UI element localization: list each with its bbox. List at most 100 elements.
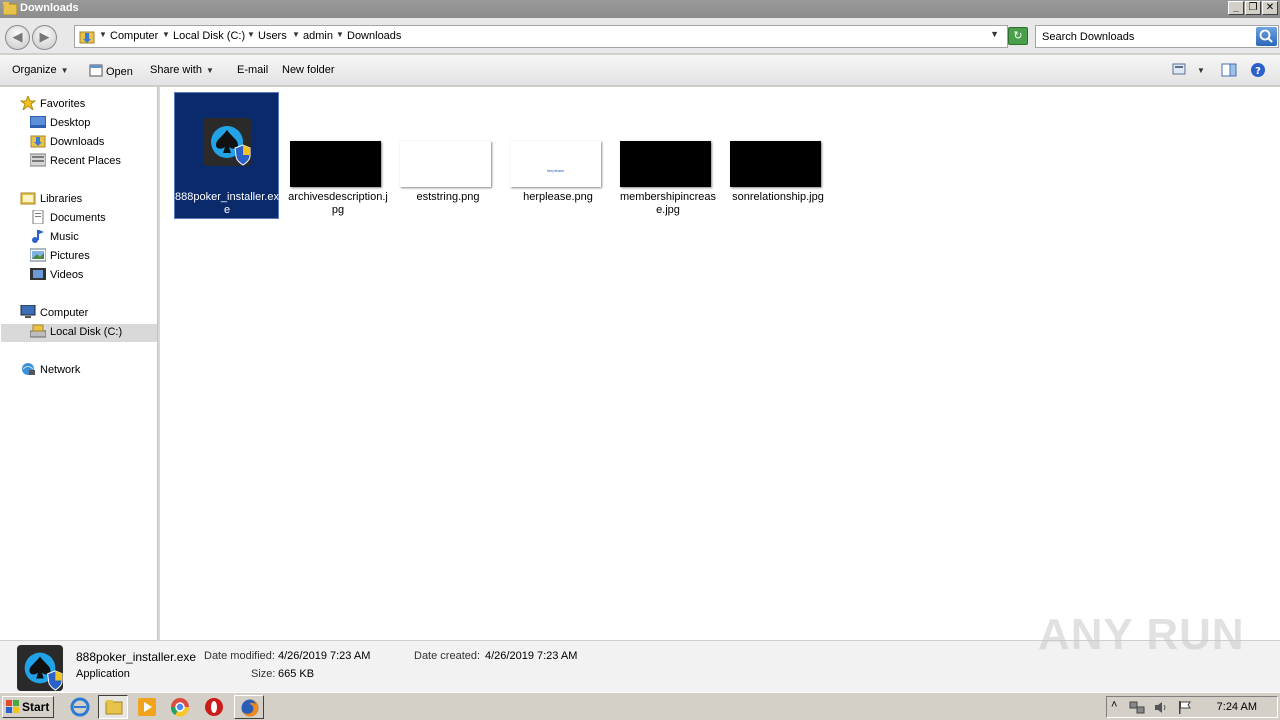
file-item-archivesdescription[interactable]: archivesdescription.jpg [279, 141, 388, 221]
file-name: herplease.png [523, 191, 593, 203]
nav-network-label: Network [40, 364, 81, 376]
nav-documents[interactable]: Documents [30, 209, 106, 227]
command-bar: Organize ▼ Open Share with ▼ E-mail New fo… [0, 55, 1280, 86]
size-value: 665 KB [278, 668, 315, 680]
view-options-button[interactable] [1172, 63, 1186, 78]
organize-button[interactable]: Organize ▼ [12, 64, 69, 76]
nav-desktop[interactable]: Desktop [30, 114, 90, 132]
nav-local-disk[interactable]: Local Disk (C:) [30, 323, 122, 341]
back-button[interactable]: ◀ [5, 25, 30, 50]
nav-desktop-label: Desktop [50, 117, 91, 129]
image-thumbnail [400, 141, 491, 187]
image-thumbnail [730, 141, 821, 187]
show-hidden-icons-icon[interactable]: ˄ [1111, 699, 1117, 711]
file-item-888poker-installer[interactable]: 888poker_installer.exe [174, 92, 279, 219]
file-name: eststring.png [416, 191, 480, 203]
breadcrumb-admin[interactable]: admin [303, 30, 333, 42]
firefox-icon [241, 699, 259, 717]
start-label: Start [22, 700, 50, 714]
address-bar[interactable]: ▼ Computer ▼ Local Disk (C:) ▼ Users ▼ a… [74, 25, 1008, 48]
network-tray-icon[interactable] [1129, 700, 1145, 715]
address-dropdown-icon[interactable]: ▼ [990, 29, 999, 39]
nav-favorites[interactable]: Favorites [20, 95, 85, 113]
new-folder-button[interactable]: New folder [282, 64, 335, 76]
chevron-down-icon[interactable]: ▼ [292, 30, 300, 39]
image-thumbnail [620, 141, 711, 187]
view-dropdown-icon[interactable]: ▼ [1197, 64, 1205, 76]
nav-recent-places[interactable]: Recent Places [30, 152, 121, 170]
details-filetype: Application [76, 668, 130, 680]
minimize-button[interactable]: _ [1228, 1, 1244, 15]
nav-pictures[interactable]: Pictures [30, 247, 90, 265]
title-bar: Downloads _ ❐ ✕ [0, 0, 1280, 18]
documents-icon [32, 210, 44, 224]
folder-icon [3, 2, 17, 15]
new-folder-label: New folder [282, 64, 335, 76]
nav-music-label: Music [50, 231, 79, 243]
breadcrumb-users[interactable]: Users [258, 30, 287, 42]
file-name: 888poker_installer.exe [175, 191, 279, 216]
restore-button[interactable]: ❐ [1245, 1, 1261, 15]
folder-icon [105, 700, 123, 715]
window-title: Downloads [20, 2, 79, 14]
nav-documents-label: Documents [50, 212, 106, 224]
action-center-flag-icon[interactable] [1177, 700, 1193, 715]
volume-icon[interactable] [1153, 700, 1169, 715]
opera-icon[interactable] [204, 697, 224, 717]
breadcrumb-downloads[interactable]: Downloads [347, 30, 401, 42]
file-item-membershipincrease[interactable]: membershipincrease.jpg [609, 141, 716, 221]
search-icon[interactable] [1256, 27, 1277, 46]
navigation-pane: Favorites Desktop Downloads Recent Place… [0, 87, 157, 640]
chevron-down-icon[interactable]: ▼ [99, 30, 107, 39]
pictures-icon [30, 248, 46, 262]
file-name: archivesdescription.jpg [288, 191, 388, 216]
taskbar: Start ˄ 7:24 AM [0, 692, 1280, 720]
forward-button[interactable]: ▶ [32, 25, 57, 50]
refresh-button[interactable]: ↻ [1008, 27, 1028, 45]
close-button[interactable]: ✕ [1262, 1, 1278, 15]
share-with-button[interactable]: Share with ▼ [150, 64, 214, 76]
nav-videos[interactable]: Videos [30, 266, 83, 284]
nav-downloads-label: Downloads [50, 136, 105, 148]
nav-libraries-label: Libraries [40, 193, 83, 205]
libraries-icon [20, 192, 36, 205]
share-with-label: Share with [150, 64, 202, 76]
nav-libraries[interactable]: Libraries [20, 190, 82, 208]
firefox-taskbar-button[interactable] [234, 695, 264, 719]
chevron-down-icon[interactable]: ▼ [247, 30, 255, 39]
clock[interactable]: 7:24 AM [1217, 701, 1257, 713]
nav-computer[interactable]: Computer [20, 304, 88, 322]
chevron-down-icon[interactable]: ▼ [336, 30, 344, 39]
details-filename: 888poker_installer.exe [76, 650, 197, 664]
help-button[interactable]: ? [1250, 62, 1266, 81]
email-label: E-mail [237, 64, 269, 76]
date-modified-label: Date modified: [204, 650, 275, 662]
open-label: Open [106, 66, 133, 78]
nav-downloads[interactable]: Downloads [30, 133, 104, 151]
chrome-icon[interactable] [170, 697, 190, 717]
svg-text:?: ? [1255, 66, 1261, 77]
file-item-sonrelationship[interactable]: sonrelationship.jpg [719, 141, 824, 221]
open-button[interactable]: Open [89, 64, 133, 78]
nav-music[interactable]: Music [30, 228, 79, 246]
windows-logo-icon [6, 700, 19, 713]
file-item-herplease[interactable]: herplease herplease.png [499, 141, 603, 221]
organize-label: Organize [12, 64, 57, 76]
start-button[interactable]: Start [2, 696, 54, 718]
chevron-down-icon[interactable]: ▼ [162, 30, 170, 39]
breadcrumb-computer[interactable]: Computer [110, 30, 158, 42]
email-button[interactable]: E-mail [237, 64, 268, 76]
media-player-icon[interactable] [137, 697, 157, 717]
image-thumbnail [290, 141, 381, 187]
preview-pane-button[interactable] [1221, 63, 1237, 80]
file-list: 888poker_installer.exe archivesdescripti… [160, 87, 1280, 640]
file-item-eststring[interactable]: eststring.png [389, 141, 493, 221]
breadcrumb-local-disk[interactable]: Local Disk (C:) [173, 30, 245, 42]
address-row: ◀ ▶ ▼ Computer ▼ Local Disk (C:) ▼ Users… [0, 18, 1280, 54]
watermark: ANY RUN [1038, 610, 1245, 659]
explorer-taskbar-button[interactable] [98, 695, 128, 719]
nav-network[interactable]: Network [20, 361, 80, 379]
search-input[interactable]: Search Downloads [1035, 25, 1279, 48]
internet-explorer-icon[interactable] [70, 697, 90, 717]
date-modified-value: 4/26/2019 7:23 AM [278, 650, 371, 662]
